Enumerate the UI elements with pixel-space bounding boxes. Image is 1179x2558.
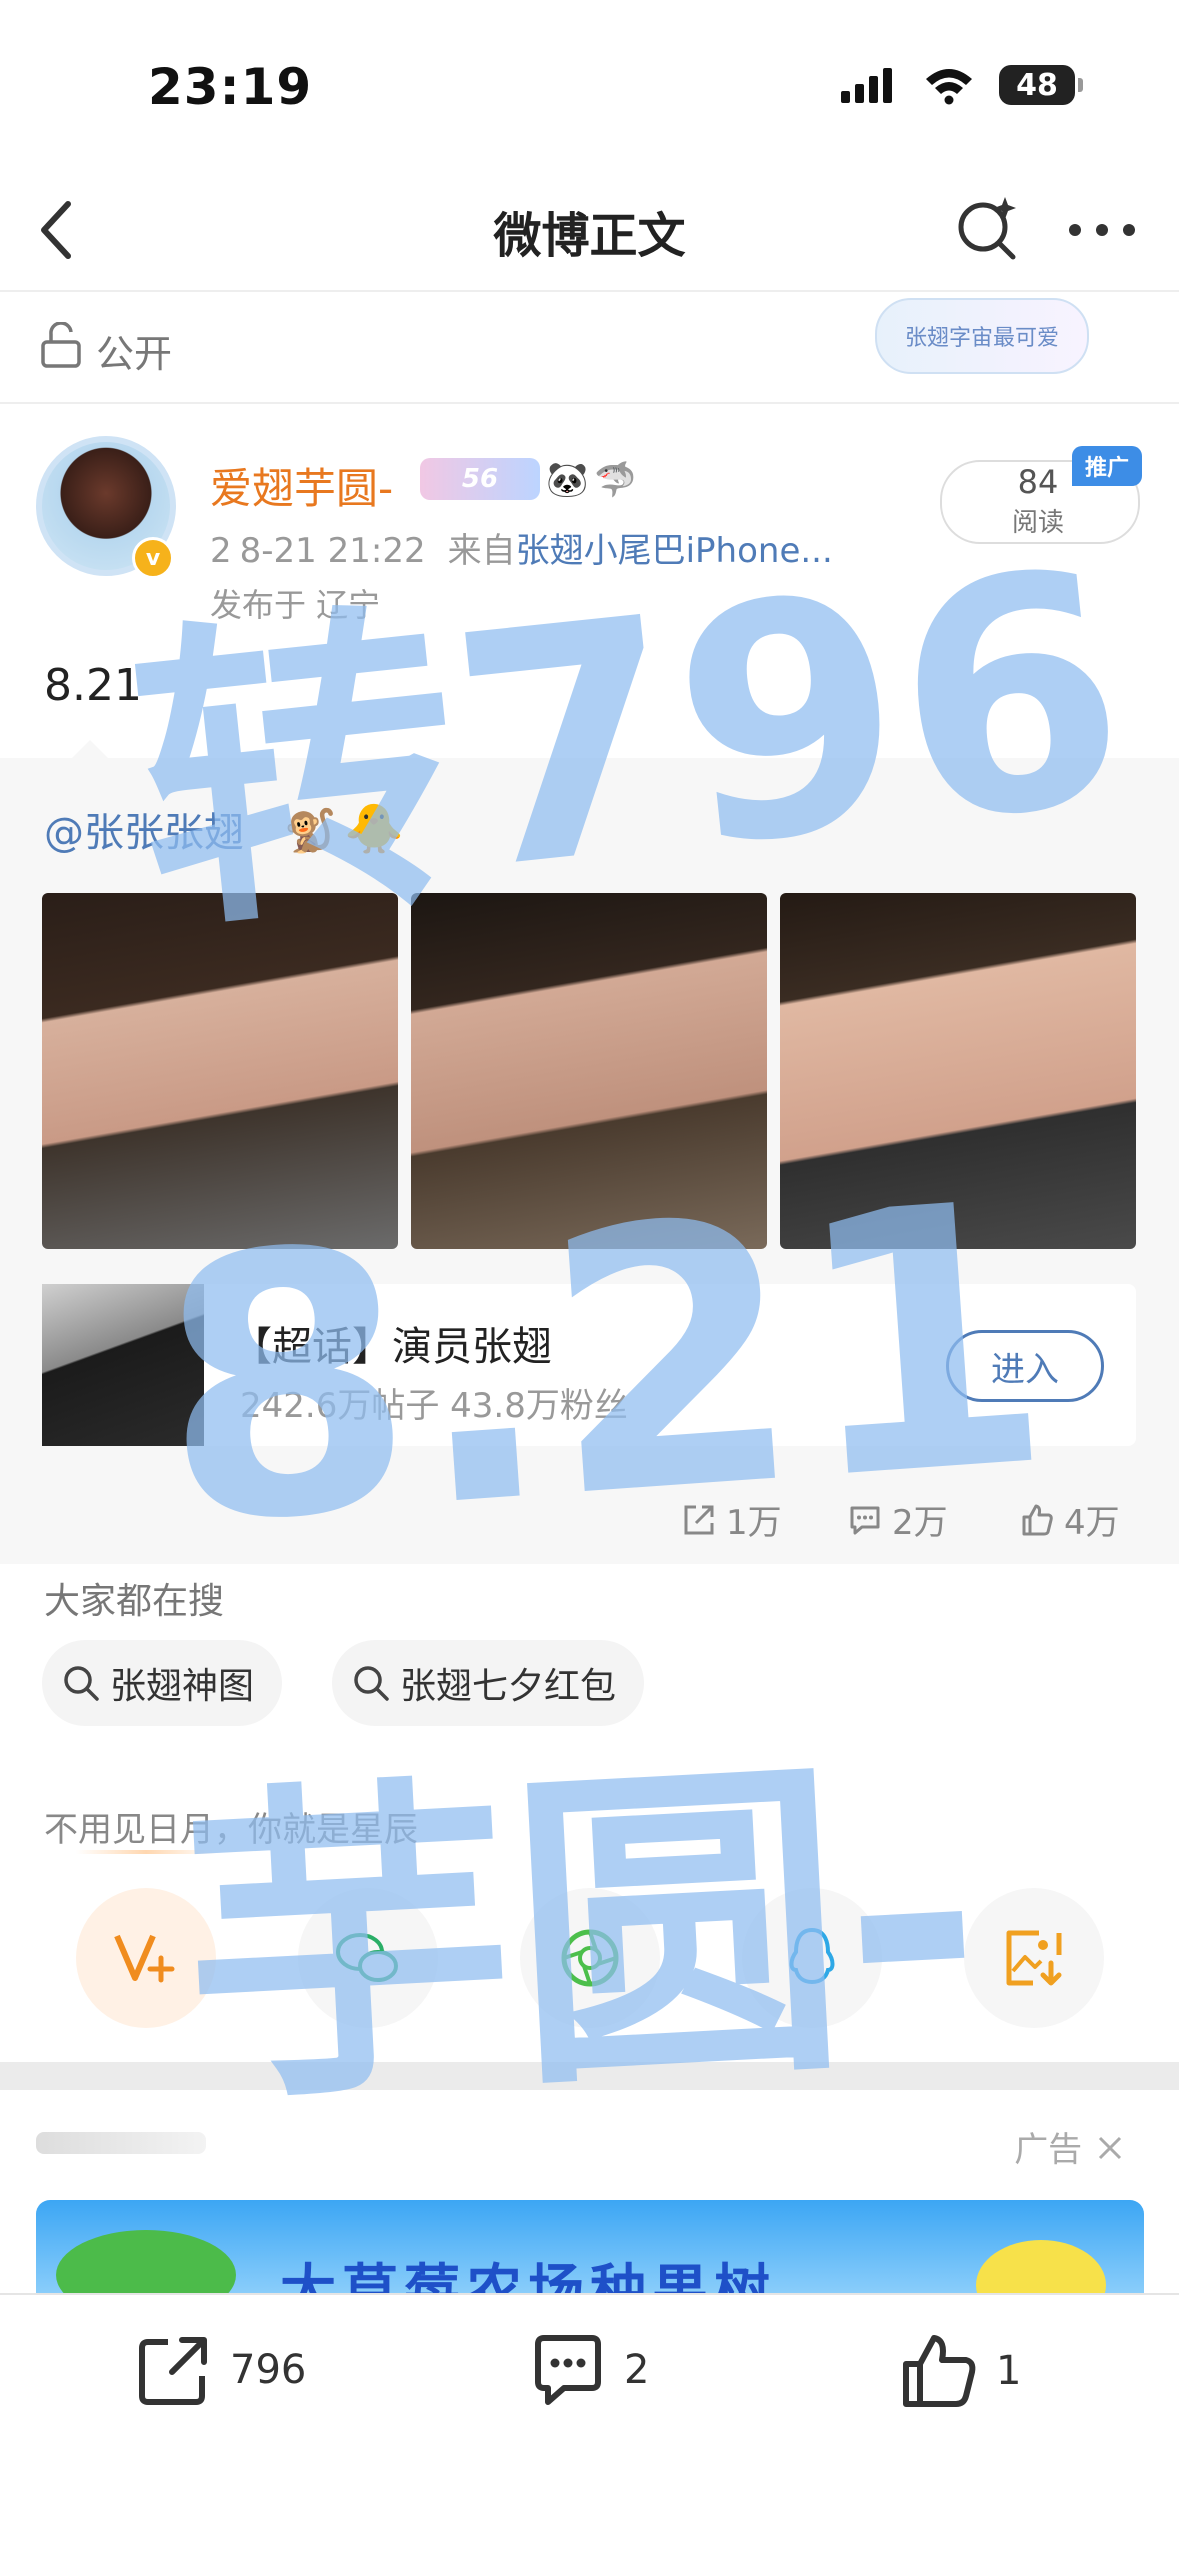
post-location: 发布于 辽宁 [210, 586, 381, 624]
ad-source-placeholder [36, 2132, 206, 2154]
vplus-share-button[interactable] [76, 1888, 216, 2028]
author-name[interactable]: 爱翅芋圆- [210, 455, 393, 516]
super-topic-thumbnail [42, 1284, 204, 1446]
status-time: 23:19 [148, 58, 313, 116]
like-button[interactable]: 1 [900, 2332, 1021, 2410]
qq-icon [789, 1927, 835, 1985]
save-image-button[interactable] [964, 1888, 1104, 2028]
qq-share-button[interactable] [742, 1888, 882, 2028]
thumbs-up-icon [1022, 1504, 1053, 1535]
comment-icon [535, 2335, 601, 2405]
share-icon [139, 2337, 207, 2405]
close-icon[interactable] [1097, 2135, 1123, 2161]
signal-icon [841, 68, 892, 103]
comment-count: 2 [624, 2347, 650, 2393]
super-topic-stats: 242.6万帖子 43.8万粉丝 [240, 1386, 628, 1426]
visibility-label: 公开 [96, 332, 173, 376]
share-icon [684, 1505, 714, 1534]
search-chip-label: 张翅七夕红包 [400, 1666, 617, 1707]
repost-like-count[interactable]: 4万 [1020, 1495, 1120, 1544]
repost-button[interactable]: 796 [136, 2332, 306, 2408]
panda-emoji-icon: 🐼 [546, 460, 589, 500]
repost-count: 796 [230, 2347, 307, 2393]
thumbs-up-icon [903, 2335, 976, 2407]
image-download-icon [1006, 1930, 1062, 1986]
monkey-emoji-icon: 🐒 [284, 806, 337, 855]
post-photo-2[interactable] [411, 893, 767, 1249]
repost-comment-value: 2万 [892, 1503, 948, 1543]
unlock-icon [41, 322, 81, 368]
post-photo-1[interactable] [42, 893, 398, 1249]
search-chip[interactable]: 张翅神图 [42, 1640, 283, 1726]
search-chip-label: 张翅神图 [110, 1666, 255, 1707]
ad-label-text: 广告 [1014, 2130, 1083, 2170]
decoration-sticker[interactable]: 张翅字宙最可爱 [875, 298, 1089, 374]
comment-icon [850, 1506, 880, 1534]
search-chip[interactable]: 张翅七夕红包 [332, 1640, 645, 1726]
fan-level-badge[interactable]: 56 [420, 458, 540, 500]
wechat-icon [336, 1933, 398, 1982]
repost-share-count[interactable]: 1万 [682, 1495, 782, 1544]
status-icons: 48 [839, 60, 1083, 110]
post-meta: 2 8-21 21:22 来自张翅小尾巴iPhone... [210, 523, 833, 572]
quote-highlight [76, 1850, 216, 1854]
repost-share-value: 1万 [726, 1503, 782, 1543]
search-icon [354, 1666, 389, 1701]
super-search-button[interactable] [952, 192, 1024, 264]
read-label: 阅读 [1011, 508, 1064, 538]
repost-like-value: 4万 [1064, 1503, 1120, 1543]
ad-label[interactable]: 广告 [1014, 2122, 1123, 2171]
shark-emoji-icon: 🦈 [594, 460, 637, 500]
wifi-icon [926, 69, 972, 105]
repost-pointer [70, 740, 110, 760]
more-options-button[interactable] [1066, 200, 1138, 260]
source-prefix: 来自 [447, 531, 516, 571]
post-time: 8-21 21:22 [239, 531, 426, 571]
comment-button[interactable]: 2 [530, 2332, 649, 2408]
like-count: 1 [996, 2348, 1022, 2394]
trending-search-label: 大家都在搜 [44, 1581, 225, 1622]
original-author-mention[interactable]: @张张张翅 [44, 800, 244, 858]
post-source[interactable]: 张翅小尾巴iPhone... [516, 531, 833, 571]
moments-icon [561, 1929, 619, 1987]
repost-comment-count[interactable]: 2万 [848, 1495, 948, 1544]
verified-icon: v [132, 537, 174, 579]
search-sparkle-icon [958, 197, 1016, 260]
section-divider [0, 2062, 1179, 2090]
recommendation-quote[interactable]: 不用见日月，你就是星辰 [44, 1802, 418, 1851]
duck-emoji-icon: 🐥 [344, 801, 404, 857]
super-topic-title: 【超话】演员张翅 [232, 1324, 552, 1370]
search-icon [64, 1666, 99, 1701]
enter-topic-button[interactable]: 进入 [946, 1330, 1104, 1402]
more-icon [1069, 224, 1135, 236]
vplus-icon [114, 1934, 175, 1983]
post-photo-3[interactable] [780, 893, 1136, 1249]
post-time-prefix: 2 [210, 531, 232, 571]
battery-icon: 48 [999, 65, 1083, 105]
promote-button[interactable]: 推广 [1072, 446, 1142, 486]
moments-share-button[interactable] [520, 1888, 660, 2028]
wechat-share-button[interactable] [298, 1888, 438, 2028]
post-text: 8.21 [44, 660, 142, 711]
